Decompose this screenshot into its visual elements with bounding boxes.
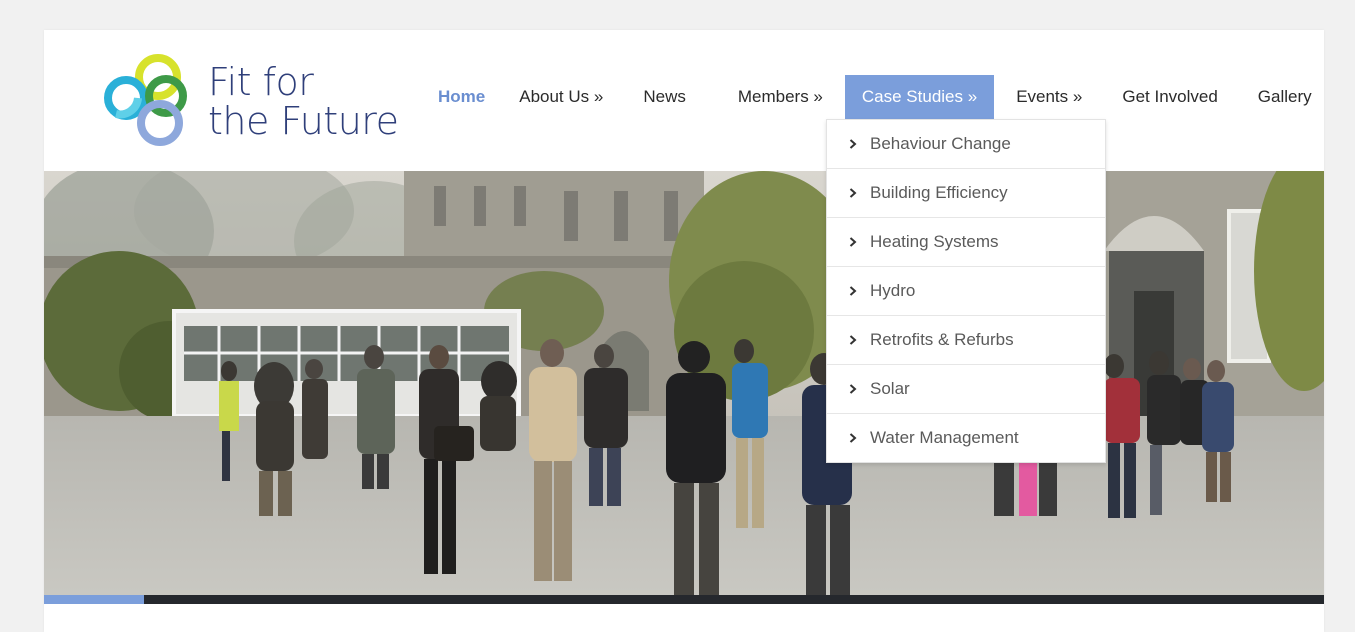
case-studies-dropdown: Behaviour Change Building Efficiency Hea… [826,119,1106,463]
slider-progress-track [44,595,1324,604]
dropdown-item-label: Building Efficiency [870,183,1008,202]
chevron-right-icon [847,432,859,444]
chevron-right-icon [847,236,859,248]
dropdown-item-retrofits-refurbs[interactable]: Retrofits & Refurbs [827,316,1105,365]
dropdown-item-heating-systems[interactable]: Heating Systems [827,218,1105,267]
dropdown-item-hydro[interactable]: Hydro [827,267,1105,316]
dropdown-item-behaviour-change[interactable]: Behaviour Change [827,120,1105,169]
nav-about-us[interactable]: About Us » [505,75,623,119]
logo-line-2: the Future [208,99,399,143]
nav-members[interactable]: Members » [712,75,845,119]
chevron-right-icon [847,138,859,150]
nav-home[interactable]: Home [424,75,505,119]
dropdown-item-label: Behaviour Change [870,134,1011,153]
site-header: Fit for the Future Home About Us » News … [44,30,1324,171]
dropdown-item-label: Hydro [870,281,916,300]
dropdown-item-label: Solar [870,379,910,398]
page-container: Fit for the Future Home About Us » News … [44,30,1324,632]
dropdown-item-label: Retrofits & Refurbs [870,330,1014,349]
dropdown-item-label: Heating Systems [870,232,999,251]
dropdown-item-label: Water Management [870,428,1019,447]
nav-gallery[interactable]: Gallery [1238,75,1326,119]
logo-rings-icon [104,54,187,146]
chevron-right-icon [847,383,859,395]
slider-progress-fill [44,595,144,604]
nav-case-studies[interactable]: Case Studies » [844,75,995,119]
site-logo[interactable]: Fit for the Future [102,52,422,152]
dropdown-item-water-management[interactable]: Water Management [827,414,1105,462]
chevron-right-icon [847,334,859,346]
logo-line-1: Fit for [208,60,314,104]
chevron-right-icon [847,285,859,297]
hero-image [44,171,1324,595]
logo-wordmark: Fit for the Future [208,60,399,143]
dropdown-item-solar[interactable]: Solar [827,365,1105,414]
chevron-right-icon [847,187,859,199]
nav-get-involved[interactable]: Get Involved [1102,75,1237,119]
nav-events[interactable]: Events » [994,75,1102,119]
dropdown-item-building-efficiency[interactable]: Building Efficiency [827,169,1105,218]
main-nav: Home About Us » News Members » Case Stud… [424,75,1326,119]
nav-news[interactable]: News [623,75,712,119]
